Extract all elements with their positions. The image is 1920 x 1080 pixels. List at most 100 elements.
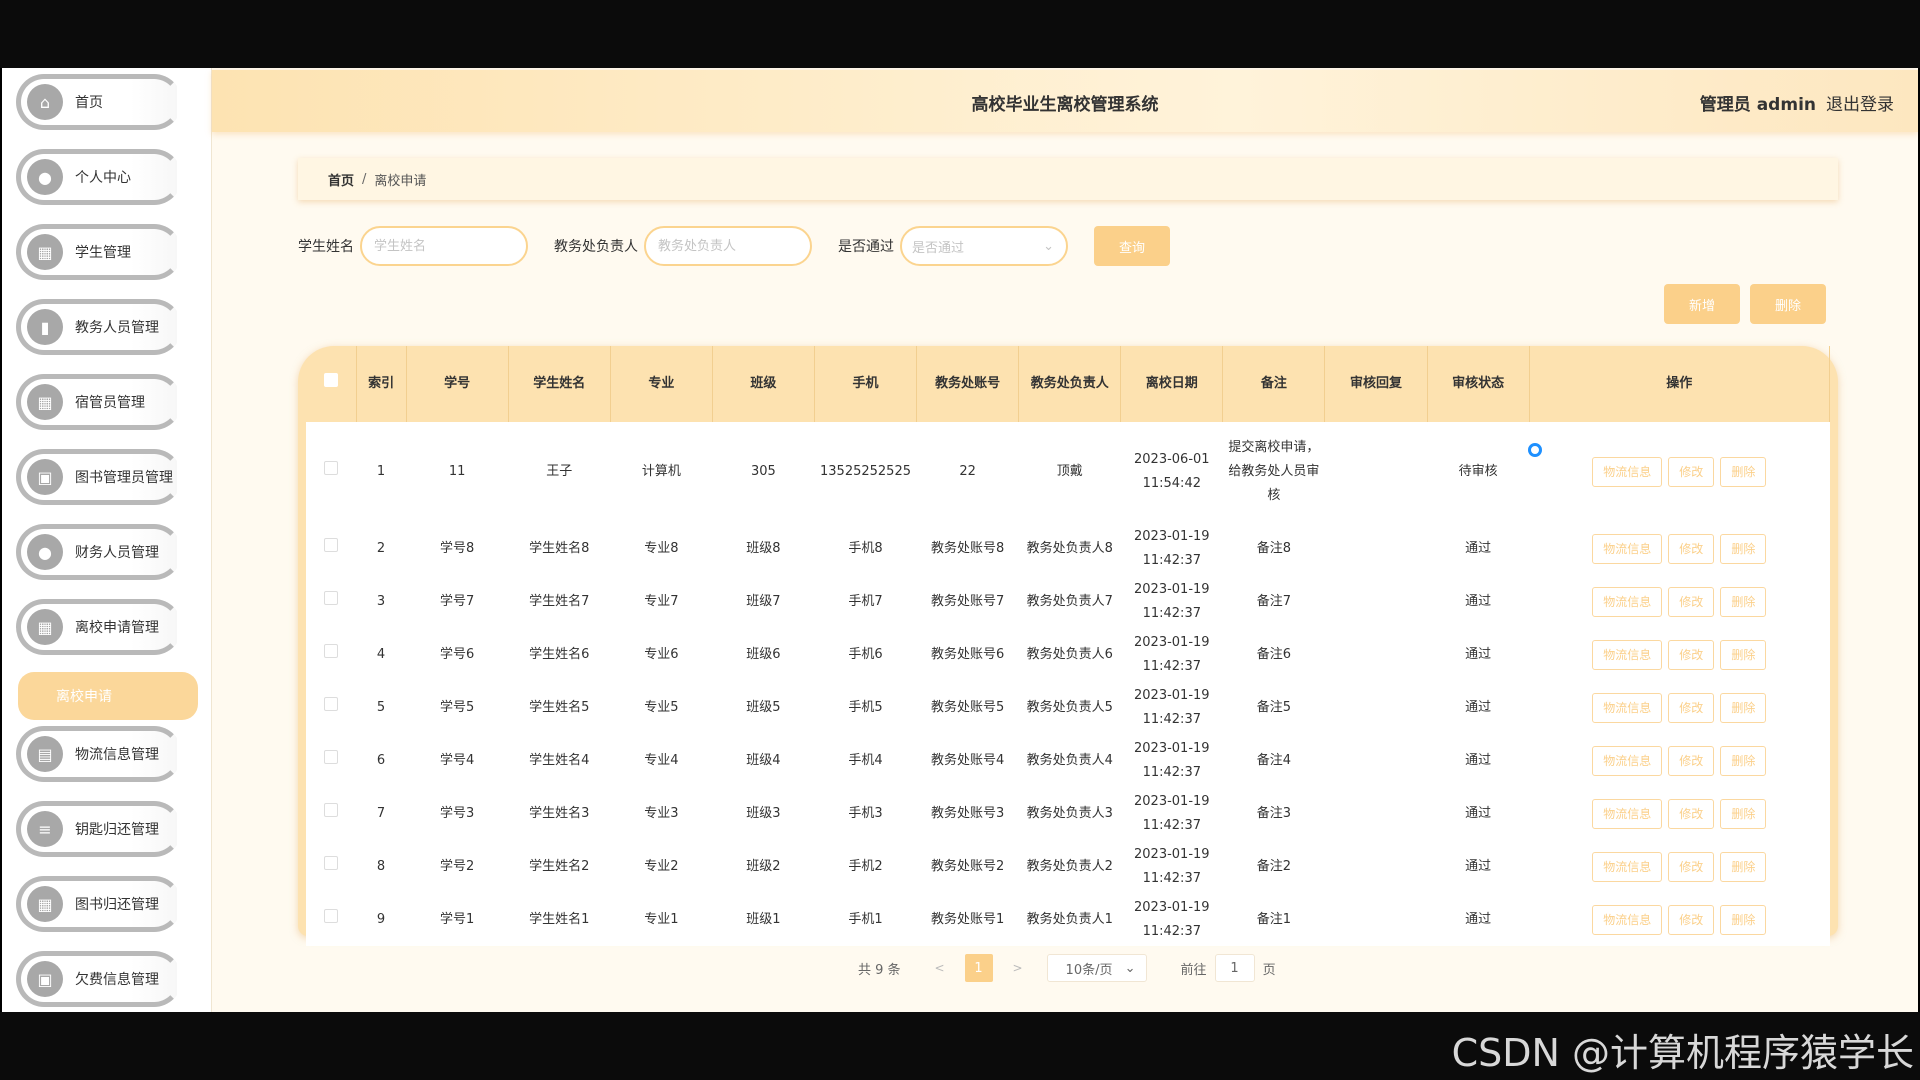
cell-reply [1324,681,1428,734]
sidebar-item-students[interactable]: ▦ 学生管理 [16,224,182,280]
row-select[interactable] [306,422,357,522]
checkbox[interactable] [323,590,338,605]
cell-class: 班级7 [712,575,815,628]
sidebar-item-label: 学生管理 [75,245,131,261]
delete-button[interactable]: 删除 [1720,586,1767,617]
edit-button[interactable]: 修改 [1668,533,1715,564]
officer-input[interactable] [644,226,812,266]
logistics-info-button[interactable]: 物流信息 [1592,692,1663,723]
column-header: 教务处账号 [916,346,1020,422]
logistics-info-button[interactable]: 物流信息 [1592,851,1663,882]
cell-note: 备注6 [1222,628,1326,681]
edit-button[interactable]: 修改 [1668,904,1715,935]
sidebar-item-profile[interactable]: ● 个人中心 [16,149,182,205]
sidebar-item-home[interactable]: ⌂ 首页 [16,74,182,130]
edit-button[interactable]: 修改 [1668,745,1715,776]
sidebar-item-arrears[interactable]: ▣ 欠费信息管理 [16,951,182,1007]
logistics-info-button[interactable]: 物流信息 [1592,533,1663,564]
checkbox[interactable] [323,696,338,711]
cell-note: 备注3 [1222,787,1326,840]
pass-select[interactable]: 是否通过 ⌄ [900,226,1068,266]
row-actions: 物流信息 修改 删除 [1529,734,1831,787]
delete-button[interactable]: 删除 [1720,639,1767,670]
row-select[interactable] [306,628,357,681]
checkbox[interactable] [323,461,338,475]
column-header: 专业 [610,346,713,422]
edit-button[interactable]: 修改 [1668,851,1715,882]
student-name-input[interactable] [360,226,528,266]
next-page-button[interactable]: > [1005,961,1031,975]
delete-button[interactable]: 删除 [1720,798,1767,829]
row-select[interactable] [306,787,357,840]
logout-link[interactable]: 退出登录 [1826,95,1894,115]
checkbox[interactable] [323,643,338,658]
add-button[interactable]: 新增 [1664,284,1740,324]
row-select[interactable] [306,575,357,628]
breadcrumb-home[interactable]: 首页 [328,170,354,189]
delete-button[interactable]: 删除 [1720,904,1767,935]
goto-page-input[interactable] [1214,954,1255,982]
logistics-info-button[interactable]: 物流信息 [1592,798,1663,829]
sidebar-item-label: 钥匙归还管理 [75,822,159,838]
edit-button[interactable]: 修改 [1668,639,1715,670]
sidebar-item-key-return[interactable]: ≡ 钥匙归还管理 [16,801,182,857]
row-select[interactable] [306,522,357,575]
row-select[interactable] [306,681,357,734]
cell-index: 8 [356,840,407,893]
row-select[interactable] [306,734,357,787]
prev-page-button[interactable]: < [927,961,953,975]
delete-button[interactable]: 删除 [1720,533,1767,564]
row-actions: 物流信息 修改 删除 [1529,840,1831,893]
data-table: 索引 学号 学生姓名 专业 班级 手机 教务处账号 教务处负责人 离校日期 备注… [298,346,1838,946]
checkbox[interactable] [323,373,338,387]
logistics-info-button[interactable]: 物流信息 [1592,745,1663,776]
sidebar-item-logistics[interactable]: ▤ 物流信息管理 [16,726,182,782]
sidebar-item-dorm-managers[interactable]: ▦ 宿管员管理 [16,374,182,430]
sidebar-item-librarians[interactable]: ▣ 图书管理员管理 [16,449,182,505]
sidebar-item-book-return[interactable]: ▦ 图书归还管理 [16,876,182,932]
cell-reply [1324,840,1428,893]
checkbox[interactable] [323,537,338,552]
checkbox[interactable] [323,908,338,923]
query-button[interactable]: 查询 [1094,226,1170,266]
row-select[interactable] [306,893,357,946]
user-icon: ● [27,534,63,570]
checkbox[interactable] [323,749,338,764]
cell-status: 通过 [1427,840,1530,893]
logistics-info-button[interactable]: 物流信息 [1592,639,1663,670]
edit-button[interactable]: 修改 [1668,798,1715,829]
cell-student-name: 学生姓名7 [508,575,611,628]
logistics-info-button[interactable]: 物流信息 [1592,586,1663,617]
cell-note: 备注2 [1222,840,1326,893]
table-row: 6 学号4 学生姓名4 专业4 班级4 手机4 教务处账号4 教务处负责人4 2023-01-1… [306,734,1831,787]
cell-student-name: 王子 [508,422,611,522]
cell-major: 专业1 [610,893,713,946]
sidebar-item-finance-staff[interactable]: ● 财务人员管理 [16,524,182,580]
cell-reply [1324,628,1428,681]
delete-button[interactable]: 删除 [1720,851,1767,882]
busy-cursor-icon [1528,443,1542,457]
page-number-current[interactable]: 1 [964,954,993,982]
bulk-delete-button[interactable]: 删除 [1750,284,1826,324]
sidebar-item-leave-applications[interactable]: ▦ 离校申请管理 [16,599,182,655]
edit-button[interactable]: 修改 [1668,586,1715,617]
row-actions: 物流信息 修改 删除 [1529,422,1831,522]
checkbox[interactable] [323,855,338,870]
checkbox[interactable] [323,802,338,817]
sidebar-subitem-leave-application[interactable]: 离校申请 [18,672,198,720]
page-size-select[interactable]: 10条/页 ⌄ [1046,954,1147,982]
edit-button[interactable]: 修改 [1668,457,1715,487]
column-header: 备注 [1222,346,1326,422]
search-bar: 学生姓名 教务处负责人 是否通过 是否通过 ⌄ 查询 [298,226,1170,266]
delete-button[interactable]: 删除 [1720,457,1767,487]
grid-icon: ▦ [27,234,63,270]
header-select-all[interactable] [306,346,357,422]
edit-button[interactable]: 修改 [1668,692,1715,723]
delete-button[interactable]: 删除 [1720,692,1767,723]
delete-button[interactable]: 删除 [1720,745,1767,776]
row-select[interactable] [306,840,357,893]
sidebar-item-academic-staff[interactable]: ▮ 教务人员管理 [16,299,182,355]
logistics-info-button[interactable]: 物流信息 [1592,904,1663,935]
logistics-info-button[interactable]: 物流信息 [1592,457,1663,487]
cell-class: 班级4 [712,734,815,787]
